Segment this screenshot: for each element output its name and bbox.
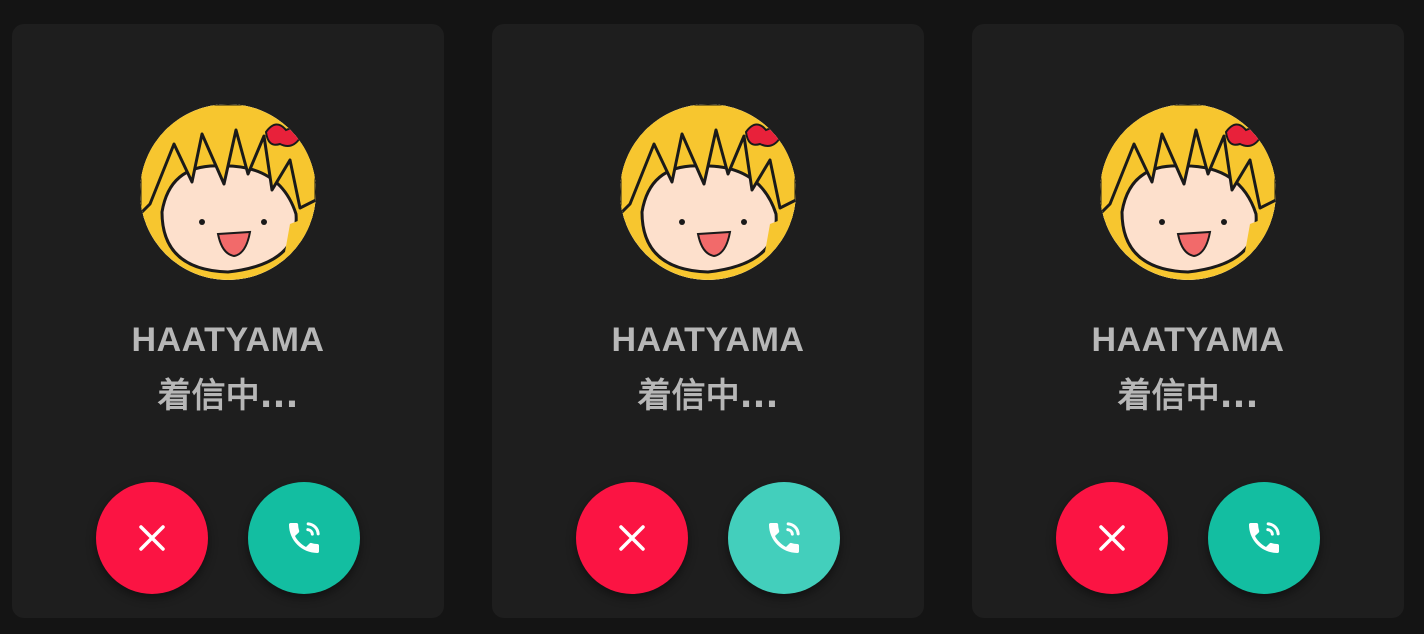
accept-button[interactable] (728, 482, 840, 594)
call-status: 着信中... (637, 376, 779, 416)
call-status: 着信中... (157, 376, 299, 416)
phone-ringing-icon (289, 522, 320, 553)
caller-name: HAATYAMA (1091, 321, 1285, 359)
decline-button[interactable] (96, 482, 208, 594)
call-status: 着信中... (1117, 376, 1259, 416)
caller-avatar (620, 104, 796, 280)
incoming-call-row: HAATYAMA 着信中... HAATYAMA 着信中... HAATYAMA… (0, 0, 1424, 634)
phone-ringing-icon (1249, 522, 1280, 553)
decline-button[interactable] (576, 482, 688, 594)
decline-button[interactable] (1056, 482, 1168, 594)
close-icon (139, 525, 165, 551)
accept-button[interactable] (1208, 482, 1320, 594)
caller-avatar (1100, 104, 1276, 280)
caller-name: HAATYAMA (131, 321, 325, 359)
accept-button[interactable] (248, 482, 360, 594)
close-icon (1099, 525, 1125, 551)
incoming-call-card: HAATYAMA 着信中... (492, 24, 924, 618)
close-icon (619, 525, 645, 551)
caller-name: HAATYAMA (611, 321, 805, 359)
phone-ringing-icon (769, 522, 800, 553)
incoming-call-card: HAATYAMA 着信中... (12, 24, 444, 618)
caller-avatar (140, 104, 316, 280)
incoming-call-card: HAATYAMA 着信中... (972, 24, 1404, 618)
